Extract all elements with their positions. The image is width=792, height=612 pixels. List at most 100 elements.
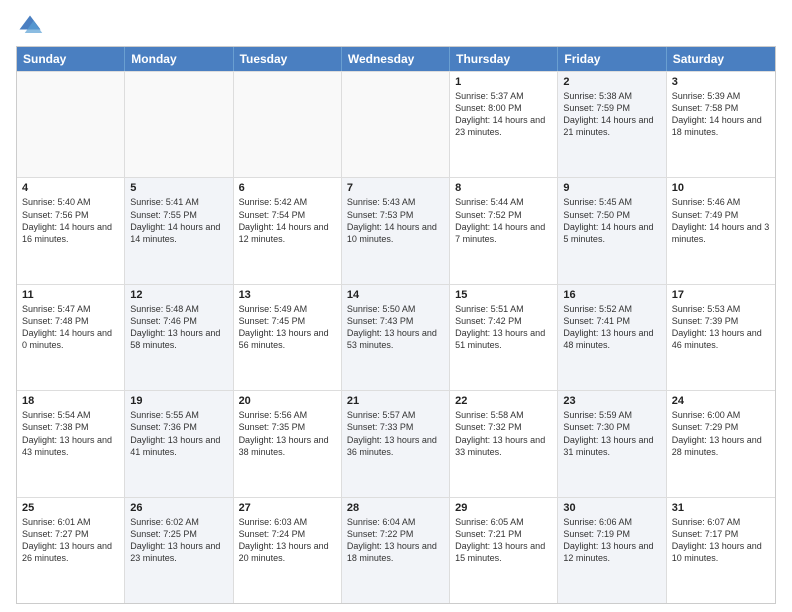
cell-details: Sunrise: 5:58 AM Sunset: 7:32 PM Dayligh…	[455, 409, 552, 458]
calendar-cell: 24 Sunrise: 6:00 AM Sunset: 7:29 PM Dayli…	[667, 391, 775, 496]
day-number: 6	[239, 182, 336, 194]
cell-details: Sunrise: 5:50 AM Sunset: 7:43 PM Dayligh…	[347, 303, 444, 352]
calendar-cell: 19 Sunrise: 5:55 AM Sunset: 7:36 PM Dayli…	[125, 391, 233, 496]
day-number: 30	[563, 502, 660, 514]
page: SundayMondayTuesdayWednesdayThursdayFrid…	[0, 0, 792, 612]
calendar-cell: 18 Sunrise: 5:54 AM Sunset: 7:38 PM Dayli…	[17, 391, 125, 496]
calendar-day-header: Wednesday	[342, 47, 450, 71]
calendar-day-header: Tuesday	[234, 47, 342, 71]
calendar-cell: 13Sunrise: 5:49 AM Sunset: 7:45 PM Dayli…	[234, 285, 342, 390]
day-number: 15	[455, 289, 552, 301]
cell-details: Sunrise: 6:05 AM Sunset: 7:21 PM Dayligh…	[455, 516, 552, 565]
calendar-week: 18 Sunrise: 5:54 AM Sunset: 7:38 PM Dayli…	[17, 390, 775, 496]
calendar-cell: 23Sunrise: 5:59 AM Sunset: 7:30 PM Dayli…	[558, 391, 666, 496]
calendar-cell: 10 Sunrise: 5:46 AM Sunset: 7:49 PM Dayli…	[667, 178, 775, 283]
calendar-cell: 1 Sunrise: 5:37 AM Sunset: 8:00 PM Daylig…	[450, 72, 558, 177]
cell-details: Sunrise: 5:57 AM Sunset: 7:33 PM Dayligh…	[347, 409, 444, 458]
cell-details: Sunrise: 5:56 AM Sunset: 7:35 PM Dayligh…	[239, 409, 336, 458]
day-number: 13	[239, 289, 336, 301]
day-number: 24	[672, 395, 770, 407]
day-number: 26	[130, 502, 227, 514]
calendar-day-header: Thursday	[450, 47, 558, 71]
cell-details: Sunrise: 5:46 AM Sunset: 7:49 PM Dayligh…	[672, 196, 770, 245]
calendar-cell: 2Sunrise: 5:38 AM Sunset: 7:59 PM Daylig…	[558, 72, 666, 177]
cell-details: Sunrise: 5:42 AM Sunset: 7:54 PM Dayligh…	[239, 196, 336, 245]
day-number: 14	[347, 289, 444, 301]
day-number: 4	[22, 182, 119, 194]
calendar: SundayMondayTuesdayWednesdayThursdayFrid…	[16, 46, 776, 604]
calendar-week: 25 Sunrise: 6:01 AM Sunset: 7:27 PM Dayli…	[17, 497, 775, 603]
calendar-week: 4Sunrise: 5:40 AM Sunset: 7:56 PM Daylig…	[17, 177, 775, 283]
day-number: 7	[347, 182, 444, 194]
cell-details: Sunrise: 5:47 AM Sunset: 7:48 PM Dayligh…	[22, 303, 119, 352]
calendar-day-header: Sunday	[17, 47, 125, 71]
day-number: 22	[455, 395, 552, 407]
day-number: 28	[347, 502, 444, 514]
cell-details: Sunrise: 6:02 AM Sunset: 7:25 PM Dayligh…	[130, 516, 227, 565]
calendar-cell: 29 Sunrise: 6:05 AM Sunset: 7:21 PM Dayli…	[450, 498, 558, 603]
cell-details: Sunrise: 5:55 AM Sunset: 7:36 PM Dayligh…	[130, 409, 227, 458]
cell-details: Sunrise: 5:43 AM Sunset: 7:53 PM Dayligh…	[347, 196, 444, 245]
logo-icon	[16, 12, 44, 40]
day-number: 3	[672, 76, 770, 88]
calendar-cell: 6 Sunrise: 5:42 AM Sunset: 7:54 PM Daylig…	[234, 178, 342, 283]
cell-details: Sunrise: 6:00 AM Sunset: 7:29 PM Dayligh…	[672, 409, 770, 458]
day-number: 8	[455, 182, 552, 194]
cell-details: Sunrise: 5:52 AM Sunset: 7:41 PM Dayligh…	[563, 303, 660, 352]
calendar-cell: 7 Sunrise: 5:43 AM Sunset: 7:53 PM Daylig…	[342, 178, 450, 283]
day-number: 29	[455, 502, 552, 514]
calendar-week: 1 Sunrise: 5:37 AM Sunset: 8:00 PM Daylig…	[17, 71, 775, 177]
day-number: 18	[22, 395, 119, 407]
cell-details: Sunrise: 6:01 AM Sunset: 7:27 PM Dayligh…	[22, 516, 119, 565]
calendar-cell: 16 Sunrise: 5:52 AM Sunset: 7:41 PM Dayli…	[558, 285, 666, 390]
cell-details: Sunrise: 5:53 AM Sunset: 7:39 PM Dayligh…	[672, 303, 770, 352]
cell-details: Sunrise: 6:07 AM Sunset: 7:17 PM Dayligh…	[672, 516, 770, 565]
cell-details: Sunrise: 5:39 AM Sunset: 7:58 PM Dayligh…	[672, 90, 770, 139]
cell-details: Sunrise: 5:44 AM Sunset: 7:52 PM Dayligh…	[455, 196, 552, 245]
calendar-cell	[125, 72, 233, 177]
day-number: 5	[130, 182, 227, 194]
day-number: 20	[239, 395, 336, 407]
day-number: 25	[22, 502, 119, 514]
cell-details: Sunrise: 5:38 AM Sunset: 7:59 PM Dayligh…	[563, 90, 660, 139]
day-number: 27	[239, 502, 336, 514]
calendar-cell: 3 Sunrise: 5:39 AM Sunset: 7:58 PM Daylig…	[667, 72, 775, 177]
cell-details: Sunrise: 5:45 AM Sunset: 7:50 PM Dayligh…	[563, 196, 660, 245]
calendar-cell: 28Sunrise: 6:04 AM Sunset: 7:22 PM Dayli…	[342, 498, 450, 603]
calendar-body: 1 Sunrise: 5:37 AM Sunset: 8:00 PM Daylig…	[17, 71, 775, 603]
calendar-cell: 11 Sunrise: 5:47 AM Sunset: 7:48 PM Dayli…	[17, 285, 125, 390]
calendar-cell: 21 Sunrise: 5:57 AM Sunset: 7:33 PM Dayli…	[342, 391, 450, 496]
cell-details: Sunrise: 5:48 AM Sunset: 7:46 PM Dayligh…	[130, 303, 227, 352]
calendar-day-header: Friday	[558, 47, 666, 71]
calendar-cell	[17, 72, 125, 177]
cell-details: Sunrise: 5:59 AM Sunset: 7:30 PM Dayligh…	[563, 409, 660, 458]
calendar-day-header: Monday	[125, 47, 233, 71]
calendar-cell: 22 Sunrise: 5:58 AM Sunset: 7:32 PM Dayli…	[450, 391, 558, 496]
calendar-cell: 27Sunrise: 6:03 AM Sunset: 7:24 PM Dayli…	[234, 498, 342, 603]
calendar-cell: 26 Sunrise: 6:02 AM Sunset: 7:25 PM Dayli…	[125, 498, 233, 603]
cell-details: Sunrise: 5:54 AM Sunset: 7:38 PM Dayligh…	[22, 409, 119, 458]
calendar-header-row: SundayMondayTuesdayWednesdayThursdayFrid…	[17, 47, 775, 71]
calendar-cell: 15 Sunrise: 5:51 AM Sunset: 7:42 PM Dayli…	[450, 285, 558, 390]
calendar-cell: 25 Sunrise: 6:01 AM Sunset: 7:27 PM Dayli…	[17, 498, 125, 603]
calendar-cell: 8 Sunrise: 5:44 AM Sunset: 7:52 PM Daylig…	[450, 178, 558, 283]
day-number: 19	[130, 395, 227, 407]
calendar-cell: 4Sunrise: 5:40 AM Sunset: 7:56 PM Daylig…	[17, 178, 125, 283]
day-number: 10	[672, 182, 770, 194]
calendar-cell: 14 Sunrise: 5:50 AM Sunset: 7:43 PM Dayli…	[342, 285, 450, 390]
day-number: 1	[455, 76, 552, 88]
logo	[16, 12, 48, 40]
day-number: 21	[347, 395, 444, 407]
day-number: 9	[563, 182, 660, 194]
cell-details: Sunrise: 5:41 AM Sunset: 7:55 PM Dayligh…	[130, 196, 227, 245]
day-number: 16	[563, 289, 660, 301]
calendar-week: 11 Sunrise: 5:47 AM Sunset: 7:48 PM Dayli…	[17, 284, 775, 390]
cell-details: Sunrise: 5:37 AM Sunset: 8:00 PM Dayligh…	[455, 90, 552, 139]
calendar-cell: 12Sunrise: 5:48 AM Sunset: 7:46 PM Dayli…	[125, 285, 233, 390]
day-number: 31	[672, 502, 770, 514]
cell-details: Sunrise: 5:51 AM Sunset: 7:42 PM Dayligh…	[455, 303, 552, 352]
header	[16, 12, 776, 40]
day-number: 11	[22, 289, 119, 301]
calendar-day-header: Saturday	[667, 47, 775, 71]
cell-details: Sunrise: 6:06 AM Sunset: 7:19 PM Dayligh…	[563, 516, 660, 565]
